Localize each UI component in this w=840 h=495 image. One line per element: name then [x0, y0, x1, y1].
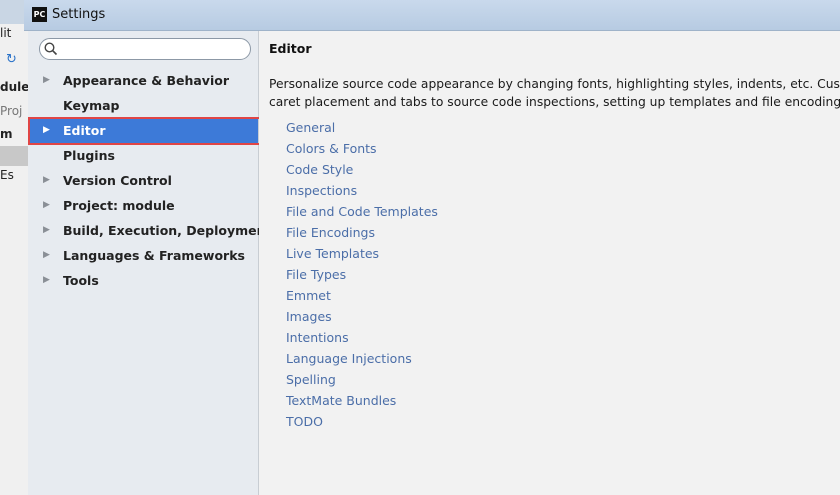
link-images[interactable]: Images — [286, 306, 438, 327]
tree-item-label: Languages & Frameworks — [63, 248, 245, 263]
description-line: caret placement and tabs to source code … — [269, 95, 840, 109]
link-file-types[interactable]: File Types — [286, 264, 438, 285]
editor-subpage-links: General Colors & Fonts Code Style Inspec… — [286, 117, 438, 432]
tree-item-label: Plugins — [63, 148, 115, 163]
tree-item-label: Tools — [63, 273, 99, 288]
link-textmate-bundles[interactable]: TextMate Bundles — [286, 390, 438, 411]
pycharm-app-icon: PC — [32, 7, 47, 22]
link-file-and-code-templates[interactable]: File and Code Templates — [286, 201, 438, 222]
tree-item-label: Project: module — [63, 198, 175, 213]
expand-arrow-icon[interactable]: ▶ — [43, 268, 55, 293]
editor-settings-page: Editor Personalize source code appearanc… — [259, 31, 840, 495]
tree-item-keymap[interactable]: Keymap — [28, 93, 258, 118]
tree-item-plugins[interactable]: Plugins — [28, 143, 258, 168]
tree-item-build-execution-deployment[interactable]: ▶ Build, Execution, Deployment — [28, 218, 271, 243]
tree-item-label: Version Control — [63, 173, 172, 188]
tree-item-version-control[interactable]: ▶ Version Control — [28, 168, 258, 193]
tree-item-languages-frameworks[interactable]: ▶ Languages & Frameworks — [28, 243, 258, 268]
page-title: Editor — [269, 41, 312, 56]
link-live-templates[interactable]: Live Templates — [286, 243, 438, 264]
tree-item-label: Editor — [63, 123, 106, 138]
link-language-injections[interactable]: Language Injections — [286, 348, 438, 369]
tree-item-label: Build, Execution, Deployment — [63, 223, 272, 238]
tree-item-project-module[interactable]: ▶ Project: module — [28, 193, 258, 218]
background-ide-window: lit ↻ dule Proj m Es — [0, 0, 29, 495]
link-spelling[interactable]: Spelling — [286, 369, 438, 390]
link-emmet[interactable]: Emmet — [286, 285, 438, 306]
search-input[interactable] — [62, 40, 246, 58]
settings-dialog: ▶ Appearance & Behavior Keymap ▶ Editor … — [28, 31, 840, 495]
link-todo[interactable]: TODO — [286, 411, 438, 432]
screen: lit ↻ dule Proj m Es PC Settings ▶ Appea… — [0, 0, 840, 495]
tree-item-label: Appearance & Behavior — [63, 73, 229, 88]
background-ide-folder-fragment: m — [0, 127, 13, 141]
background-ide-menu-fragment: lit — [0, 26, 12, 40]
link-general[interactable]: General — [286, 117, 438, 138]
link-code-style[interactable]: Code Style — [286, 159, 438, 180]
tree-item-editor[interactable]: ▶ Editor — [28, 118, 258, 143]
link-inspections[interactable]: Inspections — [286, 180, 438, 201]
tree-item-appearance-behavior[interactable]: ▶ Appearance & Behavior — [28, 68, 258, 93]
expand-arrow-icon[interactable]: ▶ — [43, 218, 55, 243]
background-ide-project-fragment: Proj — [0, 104, 23, 118]
tree-item-label: Keymap — [63, 98, 120, 113]
expand-arrow-icon[interactable]: ▶ — [43, 168, 55, 193]
expand-arrow-icon[interactable]: ▶ — [43, 243, 55, 268]
description-line: Personalize source code appearance by ch… — [269, 77, 840, 91]
background-ide-ext-fragment: Es — [0, 168, 14, 182]
background-ide-module-fragment: dule — [0, 80, 30, 94]
search-icon — [44, 42, 58, 56]
link-colors-fonts[interactable]: Colors & Fonts — [286, 138, 438, 159]
sync-icon: ↻ — [6, 52, 17, 67]
expand-arrow-icon[interactable]: ▶ — [43, 68, 55, 93]
settings-search-box[interactable] — [39, 38, 251, 60]
settings-tree-panel: ▶ Appearance & Behavior Keymap ▶ Editor … — [28, 31, 271, 495]
background-ide-selected-row — [0, 146, 28, 166]
link-intentions[interactable]: Intentions — [286, 327, 438, 348]
window-titlebar[interactable]: PC Settings — [24, 0, 840, 31]
tree-item-tools[interactable]: ▶ Tools — [28, 268, 258, 293]
window-title: Settings — [52, 7, 106, 22]
expand-arrow-icon[interactable]: ▶ — [43, 193, 55, 218]
expand-arrow-icon[interactable]: ▶ — [43, 118, 55, 143]
page-description: Personalize source code appearance by ch… — [269, 75, 840, 111]
link-file-encodings[interactable]: File Encodings — [286, 222, 438, 243]
settings-tree: ▶ Appearance & Behavior Keymap ▶ Editor … — [28, 68, 271, 293]
